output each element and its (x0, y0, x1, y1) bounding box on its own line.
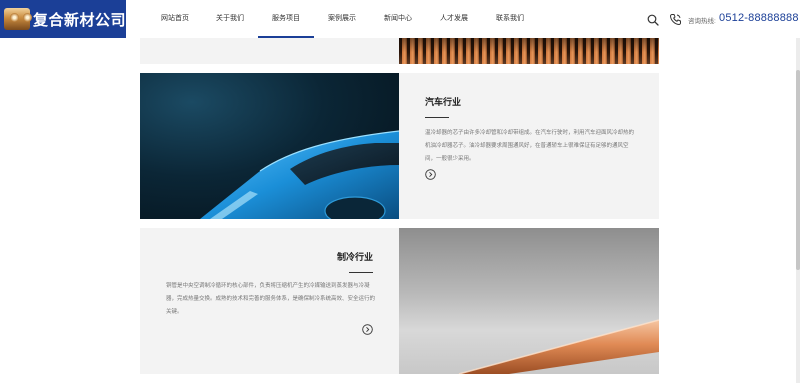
nav-item-about[interactable]: 关于我们 (202, 0, 258, 38)
main-nav: 网站首页 关于我们 服务项目 案例展示 新闻中心 人才发展 联系我们 (148, 0, 538, 38)
hotline-number[interactable]: 0512-88888888 (719, 12, 799, 24)
site-header: 复合新材公司 网站首页 关于我们 服务项目 案例展示 新闻中心 人才发展 联系我… (0, 0, 800, 38)
phone-icon (669, 14, 681, 26)
page: 复合新材公司 网站首页 关于我们 服务项目 案例展示 新闻中心 人才发展 联系我… (0, 0, 800, 383)
logo[interactable]: 复合新材公司 (0, 0, 126, 38)
copper-pipe-illustration (458, 319, 659, 374)
arrow-right-circle-icon[interactable] (425, 169, 436, 180)
automotive-panel: 汽车行业 温冷却器的芯子由许多冷却管和冷却带组成。在汽车行驶时，利用汽车迎面风冷… (399, 73, 659, 219)
automotive-image (140, 73, 399, 219)
search-icon[interactable] (647, 14, 659, 26)
automotive-divider (425, 117, 449, 118)
automotive-description: 温冷却器的芯子由许多冷却管和冷却带组成。在汽车行驶时，利用汽车迎面风冷却热的机油… (425, 130, 635, 162)
nav-item-careers[interactable]: 人才发展 (426, 0, 482, 38)
refrigeration-title: 制冷行业 (336, 252, 373, 262)
automotive-title: 汽车行业 (425, 97, 462, 107)
nav-item-news[interactable]: 新闻中心 (370, 0, 426, 38)
heatsink-image (399, 38, 659, 64)
nav-item-services[interactable]: 服务项目 (258, 0, 314, 38)
scrollbar-thumb[interactable] (796, 70, 800, 270)
arrow-right-circle-icon[interactable] (362, 324, 373, 335)
copper-pipe-image (399, 228, 659, 374)
logo-mark-icon (4, 8, 32, 30)
nav-item-cases[interactable]: 案例展示 (314, 0, 370, 38)
nav-item-home[interactable]: 网站首页 (148, 0, 202, 38)
refrigeration-panel: 制冷行业 铜管是中央空调制冷循环的核心部件，负责将压缩机产生的冷媒输送到蒸发器与… (140, 228, 399, 374)
nav-item-contact[interactable]: 联系我们 (482, 0, 538, 38)
car-illustration (200, 130, 399, 219)
previous-section-panel (140, 38, 399, 64)
brand-name: 复合新材公司 (32, 11, 126, 29)
hotline-label: 咨询热线: (688, 18, 716, 25)
refrigeration-description: 铜管是中央空调制冷循环的核心部件，负责将压缩机产生的冷媒输送到蒸发器与冷凝器，完… (166, 283, 376, 315)
refrigeration-divider (349, 272, 373, 273)
